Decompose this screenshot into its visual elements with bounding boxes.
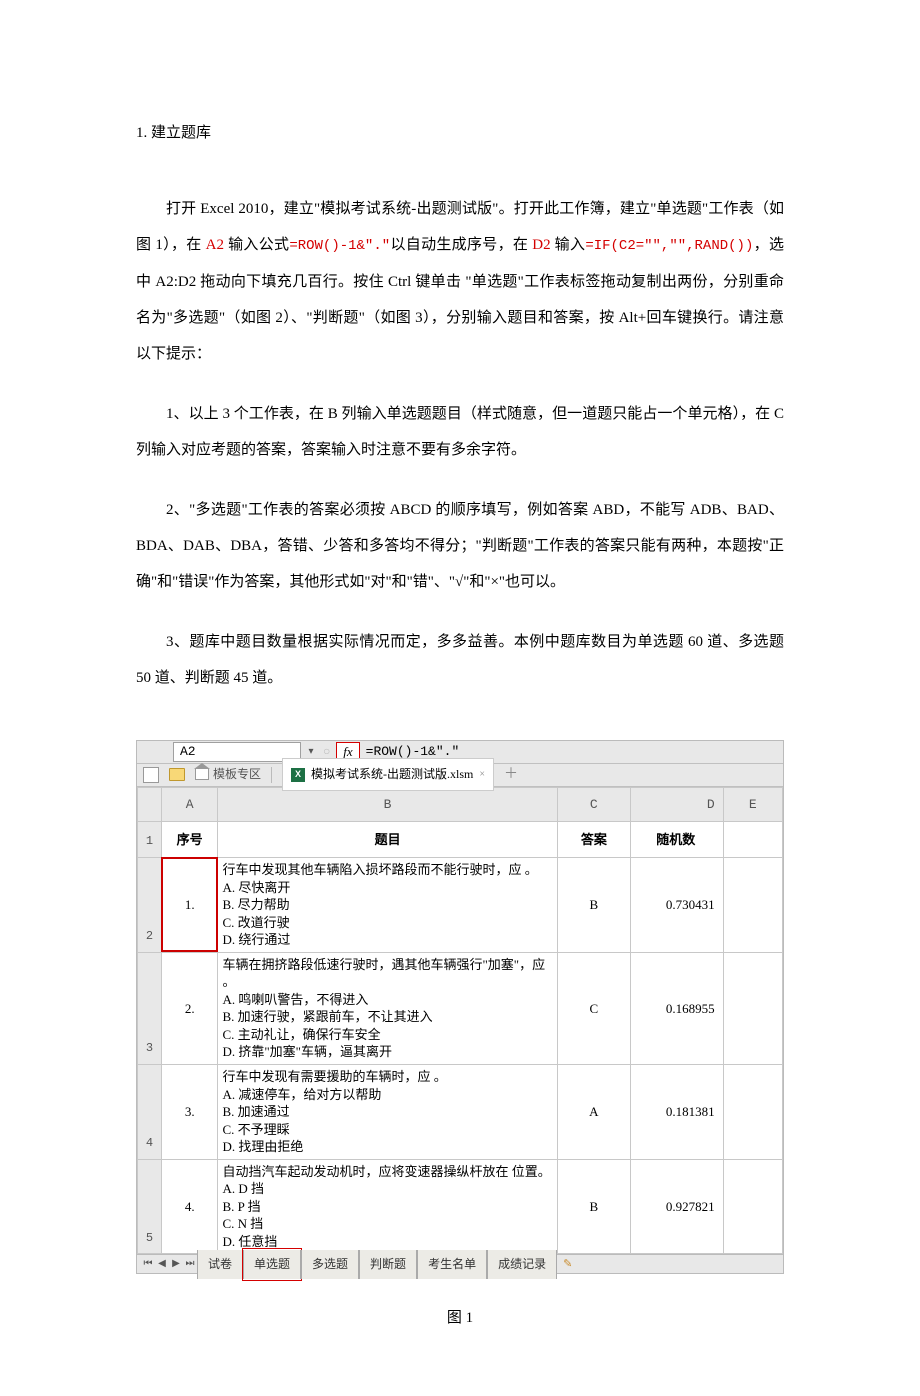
spreadsheet-grid[interactable]: A B C D E 1 序号 题目 答案 随机数 2 1. 行车中	[137, 787, 783, 1255]
sheet-tab-multi-choice[interactable]: 多选题	[301, 1250, 359, 1279]
close-tab-icon[interactable]: ×	[479, 763, 485, 787]
cell-d1[interactable]: 随机数	[630, 821, 723, 857]
cell-d2[interactable]: 0.730431	[630, 857, 723, 952]
cell-e3[interactable]	[723, 952, 782, 1064]
sheet-tab-scores[interactable]: 成绩记录	[487, 1250, 557, 1279]
file-tab-bar: 模板专区 X 模拟考试系统-出题测试版.xlsm × ＋	[137, 764, 783, 787]
cell-d5[interactable]: 0.927821	[630, 1159, 723, 1254]
cell-c2[interactable]: B	[557, 857, 630, 952]
cell-d4[interactable]: 0.181381	[630, 1064, 723, 1159]
paragraph-3: 2、"多选题"工作表的答案必须按 ABCD 的顺序填写，例如答案 ABD，不能写…	[136, 492, 784, 600]
col-header-b[interactable]: B	[218, 787, 557, 821]
row-header-3[interactable]: 3	[138, 952, 162, 1064]
cell-e5[interactable]	[723, 1159, 782, 1254]
col-header-c[interactable]: C	[557, 787, 630, 821]
sheet-tab-paper[interactable]: 试卷	[197, 1250, 243, 1279]
new-tab-icon[interactable]: ＋	[504, 758, 518, 792]
cell-b3[interactable]: 车辆在拥挤路段低速行驶时，遇其他车辆强行"加塞"，应 。 A. 鸣喇叭警告，不得…	[218, 952, 557, 1064]
tab-divider	[271, 767, 272, 783]
template-zone-tab[interactable]: 模板专区	[195, 760, 261, 789]
p1-text-c: 以自动生成序号，在	[390, 237, 532, 253]
cell-a4[interactable]: 3.	[161, 1064, 218, 1159]
sheet-tab-judge[interactable]: 判断题	[359, 1250, 417, 1279]
template-zone-label: 模板专区	[213, 760, 261, 789]
cell-c4[interactable]: A	[557, 1064, 630, 1159]
new-sheet-icon[interactable]: ✎	[563, 1251, 572, 1277]
row-header-5[interactable]: 5	[138, 1159, 162, 1254]
p1-text-b: 输入公式	[224, 237, 289, 253]
cell-b2[interactable]: 行车中发现其他车辆陷入损坏路段而不能行驶时，应 。 A. 尽快离开 B. 尽力帮…	[218, 857, 557, 952]
cell-a5[interactable]: 4.	[161, 1159, 218, 1254]
cell-b5[interactable]: 自动挡汽车起动发动机时，应将变速器操纵杆放在 位置。 A. D 挡 B. P 挡…	[218, 1159, 557, 1254]
cell-a1[interactable]: 序号	[161, 821, 218, 857]
section-title: 1. 建立题库	[136, 115, 784, 151]
sheet-nav-next-icon[interactable]: ▶	[169, 1252, 183, 1276]
sheet-tab-examinees[interactable]: 考生名单	[417, 1250, 487, 1279]
row-header-2[interactable]: 2	[138, 857, 162, 952]
select-all-corner[interactable]	[138, 787, 162, 821]
home-icon	[195, 769, 209, 780]
cell-c3[interactable]: C	[557, 952, 630, 1064]
new-doc-icon[interactable]	[143, 767, 159, 783]
cell-e2[interactable]	[723, 857, 782, 952]
sheet-nav-last-icon[interactable]: ⏭	[183, 1252, 197, 1276]
col-header-d[interactable]: D	[630, 787, 723, 821]
excel-screenshot: A2 ▾ ○ fx =ROW()-1&"." 模板专区 X 模拟考试系统-出题测…	[136, 740, 784, 1275]
cell-d3[interactable]: 0.168955	[630, 952, 723, 1064]
p1-text-d: 输入	[551, 237, 586, 253]
paragraph-2: 1、以上 3 个工作表，在 B 列输入单选题题目（样式随意，但一道题只能占一个单…	[136, 396, 784, 468]
col-header-a[interactable]: A	[161, 787, 218, 821]
inline-ref-d2: D2	[532, 237, 550, 253]
figure-caption: 图 1	[136, 1300, 784, 1336]
p1-text-e: ，选中 A2:D2 拖动向下填充几百行。按住 Ctrl 键单击 "单选题"工作表…	[136, 237, 784, 362]
excel-file-icon: X	[291, 768, 305, 782]
cell-c1[interactable]: 答案	[557, 821, 630, 857]
sheet-tab-bar: ⏮ ◀ ▶ ⏭ 试卷 单选题 多选题 判断题 考生名单 成绩记录 ✎	[137, 1254, 783, 1273]
sheet-nav-prev-icon[interactable]: ◀	[155, 1252, 169, 1276]
paragraph-1: 打开 Excel 2010，建立"模拟考试系统-出题测试版"。打开此工作簿，建立…	[136, 191, 784, 372]
cell-b4[interactable]: 行车中发现有需要援助的车辆时，应 。 A. 减速停车，给对方以帮助 B. 加速通…	[218, 1064, 557, 1159]
row-header-4[interactable]: 4	[138, 1064, 162, 1159]
inline-formula-if: =IF(C2="","",RAND())	[585, 238, 753, 254]
cell-a3[interactable]: 2.	[161, 952, 218, 1064]
workbook-filename: 模拟考试系统-出题测试版.xlsm	[311, 760, 473, 789]
open-folder-icon[interactable]	[169, 768, 185, 781]
paragraph-4: 3、题库中题目数量根据实际情况而定，多多益善。本例中题库数目为单选题 60 道、…	[136, 624, 784, 696]
cell-e1[interactable]	[723, 821, 782, 857]
cell-a2[interactable]: 1.	[161, 857, 218, 952]
row-header-1[interactable]: 1	[138, 821, 162, 857]
cell-e4[interactable]	[723, 1064, 782, 1159]
inline-ref-a2: A2	[206, 237, 224, 253]
cell-b1[interactable]: 题目	[218, 821, 557, 857]
cell-c5[interactable]: B	[557, 1159, 630, 1254]
sheet-tab-single-choice[interactable]: 单选题	[243, 1250, 301, 1279]
workbook-tab[interactable]: X 模拟考试系统-出题测试版.xlsm ×	[282, 758, 494, 791]
sheet-nav-first-icon[interactable]: ⏮	[141, 1252, 155, 1276]
col-header-e[interactable]: E	[723, 787, 782, 821]
inline-formula-row: =ROW()-1&"."	[289, 238, 390, 254]
